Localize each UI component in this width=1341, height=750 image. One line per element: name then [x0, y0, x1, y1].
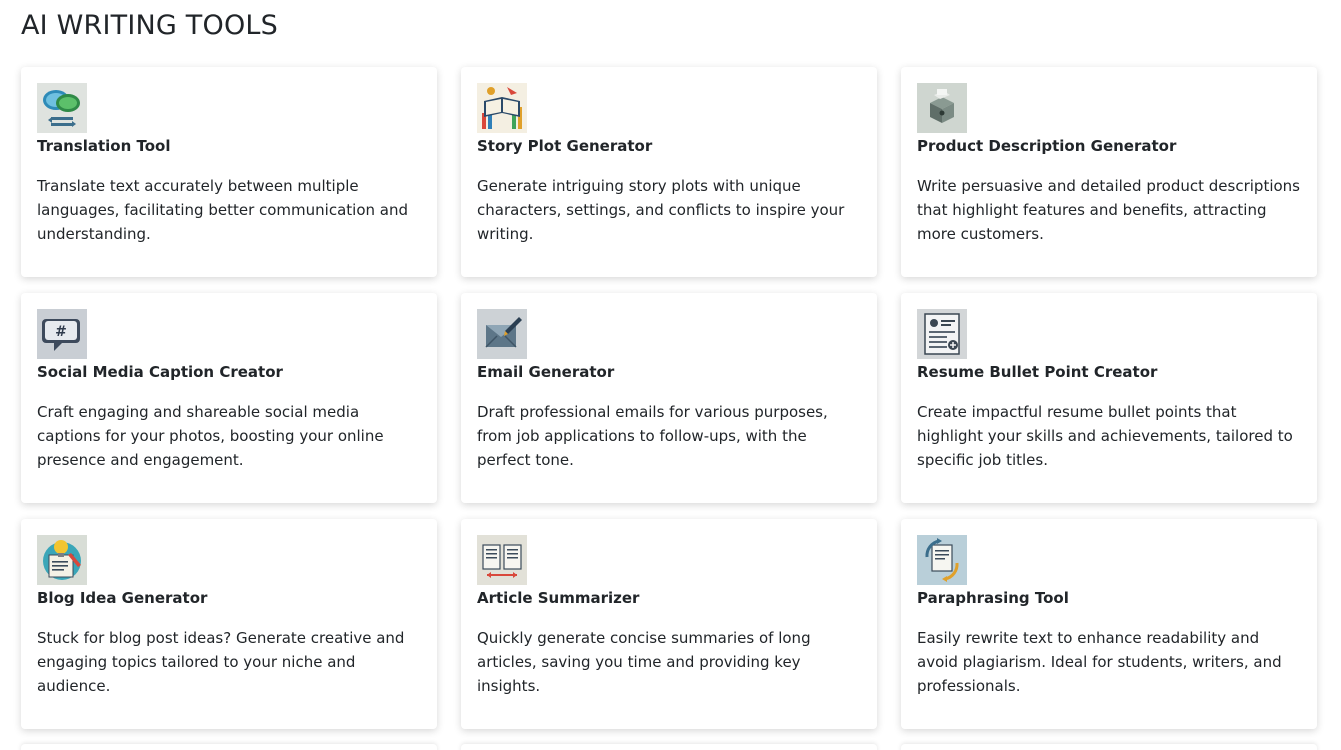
tool-card-social-media-caption[interactable]: # Social Media Caption Creator Craft eng…: [21, 293, 437, 503]
resume-document-icon: [917, 309, 967, 359]
tool-card-partial[interactable]: [21, 744, 437, 750]
tool-card-description: Stuck for blog post ideas? Generate crea…: [37, 629, 405, 695]
tool-card-title: Blog Idea Generator: [37, 589, 208, 607]
tool-card-description: Translate text accurately between multip…: [37, 177, 408, 243]
tool-card-description: Craft engaging and shareable social medi…: [37, 403, 384, 469]
svg-text:#: #: [55, 324, 67, 340]
tool-card-title: Paraphrasing Tool: [917, 589, 1069, 607]
hashtag-speech-bubble-icon: #: [37, 309, 87, 359]
tool-card-partial[interactable]: [901, 744, 1317, 750]
tool-card-article-summarizer[interactable]: Article Summarizer Quickly generate conc…: [461, 519, 877, 729]
tool-card-description: Quickly generate concise summaries of lo…: [477, 629, 811, 695]
tool-card-title: Social Media Caption Creator: [37, 363, 283, 381]
tool-card-product-description[interactable]: Product Description Generator Write pers…: [901, 67, 1317, 277]
tool-card-partial[interactable]: [461, 744, 877, 750]
tool-card-translation[interactable]: Translation Tool Translate text accurate…: [21, 67, 437, 277]
tool-card-description: Generate intriguing story plots with uni…: [477, 177, 845, 243]
tool-card-title: Email Generator: [477, 363, 615, 381]
translation-chat-bubbles-icon: [37, 83, 87, 133]
tool-card-title: Article Summarizer: [477, 589, 640, 607]
rewrite-document-arrows-icon: [917, 535, 967, 585]
tool-grid: Translation Tool Translate text accurate…: [21, 67, 1317, 729]
tool-card-title: Product Description Generator: [917, 137, 1177, 155]
product-box-icon: [917, 83, 967, 133]
tool-card-title: Resume Bullet Point Creator: [917, 363, 1158, 381]
tool-card-blog-idea[interactable]: Blog Idea Generator Stuck for blog post …: [21, 519, 437, 729]
tool-card-title: Story Plot Generator: [477, 137, 653, 155]
page-title: AI WRITING TOOLS: [21, 10, 278, 41]
tool-card-story-plot[interactable]: Story Plot Generator Generate intriguing…: [461, 67, 877, 277]
tool-card-description: Write persuasive and detailed product de…: [917, 177, 1300, 243]
page: AI WRITING TOOLS Translation Tool Transl…: [0, 0, 1341, 750]
open-book-story-icon: [477, 83, 527, 133]
tool-card-email-generator[interactable]: Email Generator Draft professional email…: [461, 293, 877, 503]
tool-card-description: Easily rewrite text to enhance readabili…: [917, 629, 1282, 695]
tool-card-paraphrasing[interactable]: Paraphrasing Tool Easily rewrite text to…: [901, 519, 1317, 729]
tool-card-description: Draft professional emails for various pu…: [477, 403, 828, 469]
envelope-pen-icon: [477, 309, 527, 359]
article-pages-arrow-icon: [477, 535, 527, 585]
next-row-partial: [21, 744, 1317, 750]
tool-card-description: Create impactful resume bullet points th…: [917, 403, 1293, 469]
tool-card-resume-bullet-point[interactable]: Resume Bullet Point Creator Create impac…: [901, 293, 1317, 503]
tool-card-title: Translation Tool: [37, 137, 171, 155]
lightbulb-notepad-icon: [37, 535, 87, 585]
